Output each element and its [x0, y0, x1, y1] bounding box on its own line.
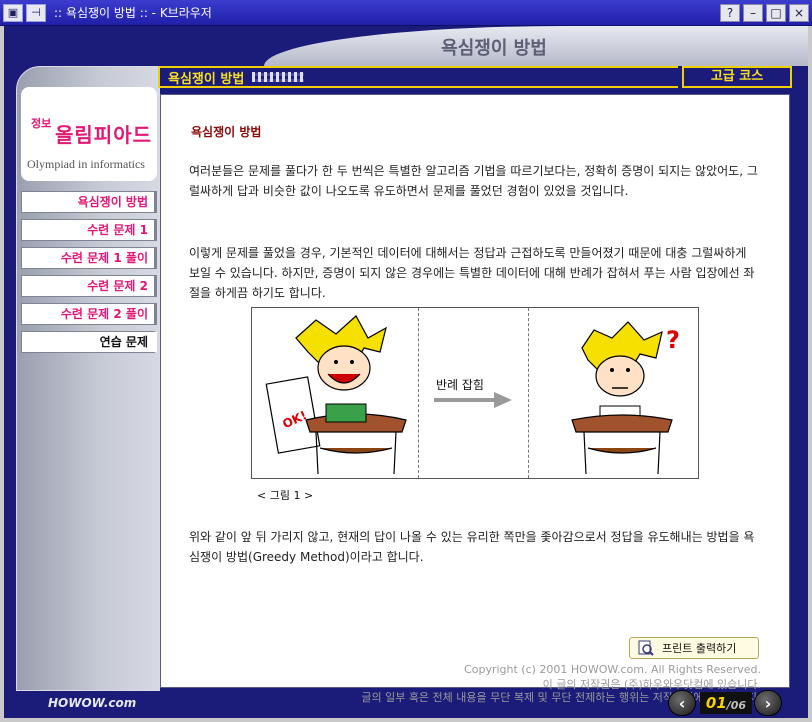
- page-current: 01: [705, 694, 727, 712]
- figure-divider-left: [418, 308, 419, 478]
- prev-page-button[interactable]: ‹: [668, 690, 696, 716]
- maximize-button[interactable]: □: [766, 3, 786, 22]
- figure-divider-right: [528, 308, 529, 478]
- sidebar-item-practice-1-solution[interactable]: 수련 문제 1 풀이: [21, 247, 157, 269]
- arrow-right-icon: [434, 392, 512, 408]
- figure-1: OK! 반례 잡힘 ?: [251, 307, 699, 479]
- content-panel: 욕심쟁이 방법 여러분들은 문제를 풀다가 한 두 번씩은 특별한 알고리즘 기…: [160, 94, 790, 704]
- sidebar: 정보 올림피아드 Olympiad in informatics 욕심쟁이 방법…: [16, 66, 160, 691]
- app-frame: 욕심쟁이 방법 정보 올림피아드 Olympiad in informatics…: [4, 26, 808, 718]
- paragraph-3: 위와 같이 앞 뒤 가리지 않고, 현재의 답이 나올 수 있는 유리한 쪽만을…: [189, 530, 755, 564]
- section-tab: 욕심쟁이 방법: [158, 66, 678, 88]
- question-mark-icon: ?: [666, 326, 680, 354]
- page-total: /06: [726, 698, 747, 712]
- app-icon[interactable]: ▣: [3, 3, 23, 22]
- chevron-left-icon: ‹: [678, 693, 686, 713]
- sidebar-item-greedy-method[interactable]: 욕심쟁이 방법: [21, 191, 157, 213]
- copyright-line-1: Copyright (c) 2001 HOWOW.com. All Rights…: [464, 663, 761, 676]
- logo: 정보 올림피아드 Olympiad in informatics: [21, 87, 157, 181]
- logo-small-text: 정보: [31, 117, 52, 130]
- pin-icon[interactable]: ⊣: [26, 3, 46, 22]
- print-button[interactable]: 프린트 출력하기: [629, 637, 759, 659]
- print-preview-icon: [638, 640, 654, 656]
- checker-pattern: [252, 72, 305, 82]
- chevron-right-icon: ›: [764, 693, 772, 713]
- logo-subtitle: Olympiad in informatics: [27, 157, 145, 171]
- paragraph-2: 이렇게 문제를 풀었을 경우, 기본적인 데이터에 대해서는 정답과 근접하도록…: [189, 246, 755, 300]
- happy-boy-illustration: OK!: [265, 315, 407, 475]
- title-bar: ▣ ⊣ :: 욕심쟁이 방법 :: - K브라우저 ? – □ ×: [0, 0, 812, 26]
- level-badge: 고급 코스: [682, 66, 792, 88]
- sidebar-item-practice-1[interactable]: 수련 문제 1: [21, 219, 157, 241]
- minimize-button[interactable]: –: [743, 3, 763, 22]
- section-title: 욕심쟁이 방법: [168, 71, 245, 87]
- close-button[interactable]: ×: [789, 3, 809, 22]
- brand-logo: HOWOW.com: [48, 696, 137, 710]
- window-title: :: 욕심쟁이 방법 :: - K브라우저: [54, 6, 212, 20]
- logo-main-text: 올림피아드: [55, 123, 152, 147]
- confused-boy-illustration: ?: [571, 321, 680, 475]
- sidebar-item-practice-2-solution[interactable]: 수련 문제 2 풀이: [21, 303, 157, 325]
- section-header: 욕심쟁이 방법 고급 코스: [158, 66, 794, 88]
- paragraph-1: 여러분들은 문제를 풀다가 한 두 번씩은 특별한 알고리즘 기법을 따르기보다…: [189, 164, 758, 198]
- next-page-button[interactable]: ›: [754, 690, 782, 716]
- print-button-label: 프린트 출력하기: [662, 642, 737, 655]
- figure-caption: < 그림 1 >: [257, 489, 314, 502]
- sidebar-item-practice-2[interactable]: 수련 문제 2: [21, 275, 157, 297]
- app-title: 욕심쟁이 방법: [441, 38, 547, 59]
- content-heading: 욕심쟁이 방법: [191, 125, 262, 139]
- sidebar-item-exercise[interactable]: 연습 문제: [21, 331, 157, 353]
- page-counter: 01 /06: [700, 692, 752, 714]
- help-button[interactable]: ?: [720, 3, 740, 22]
